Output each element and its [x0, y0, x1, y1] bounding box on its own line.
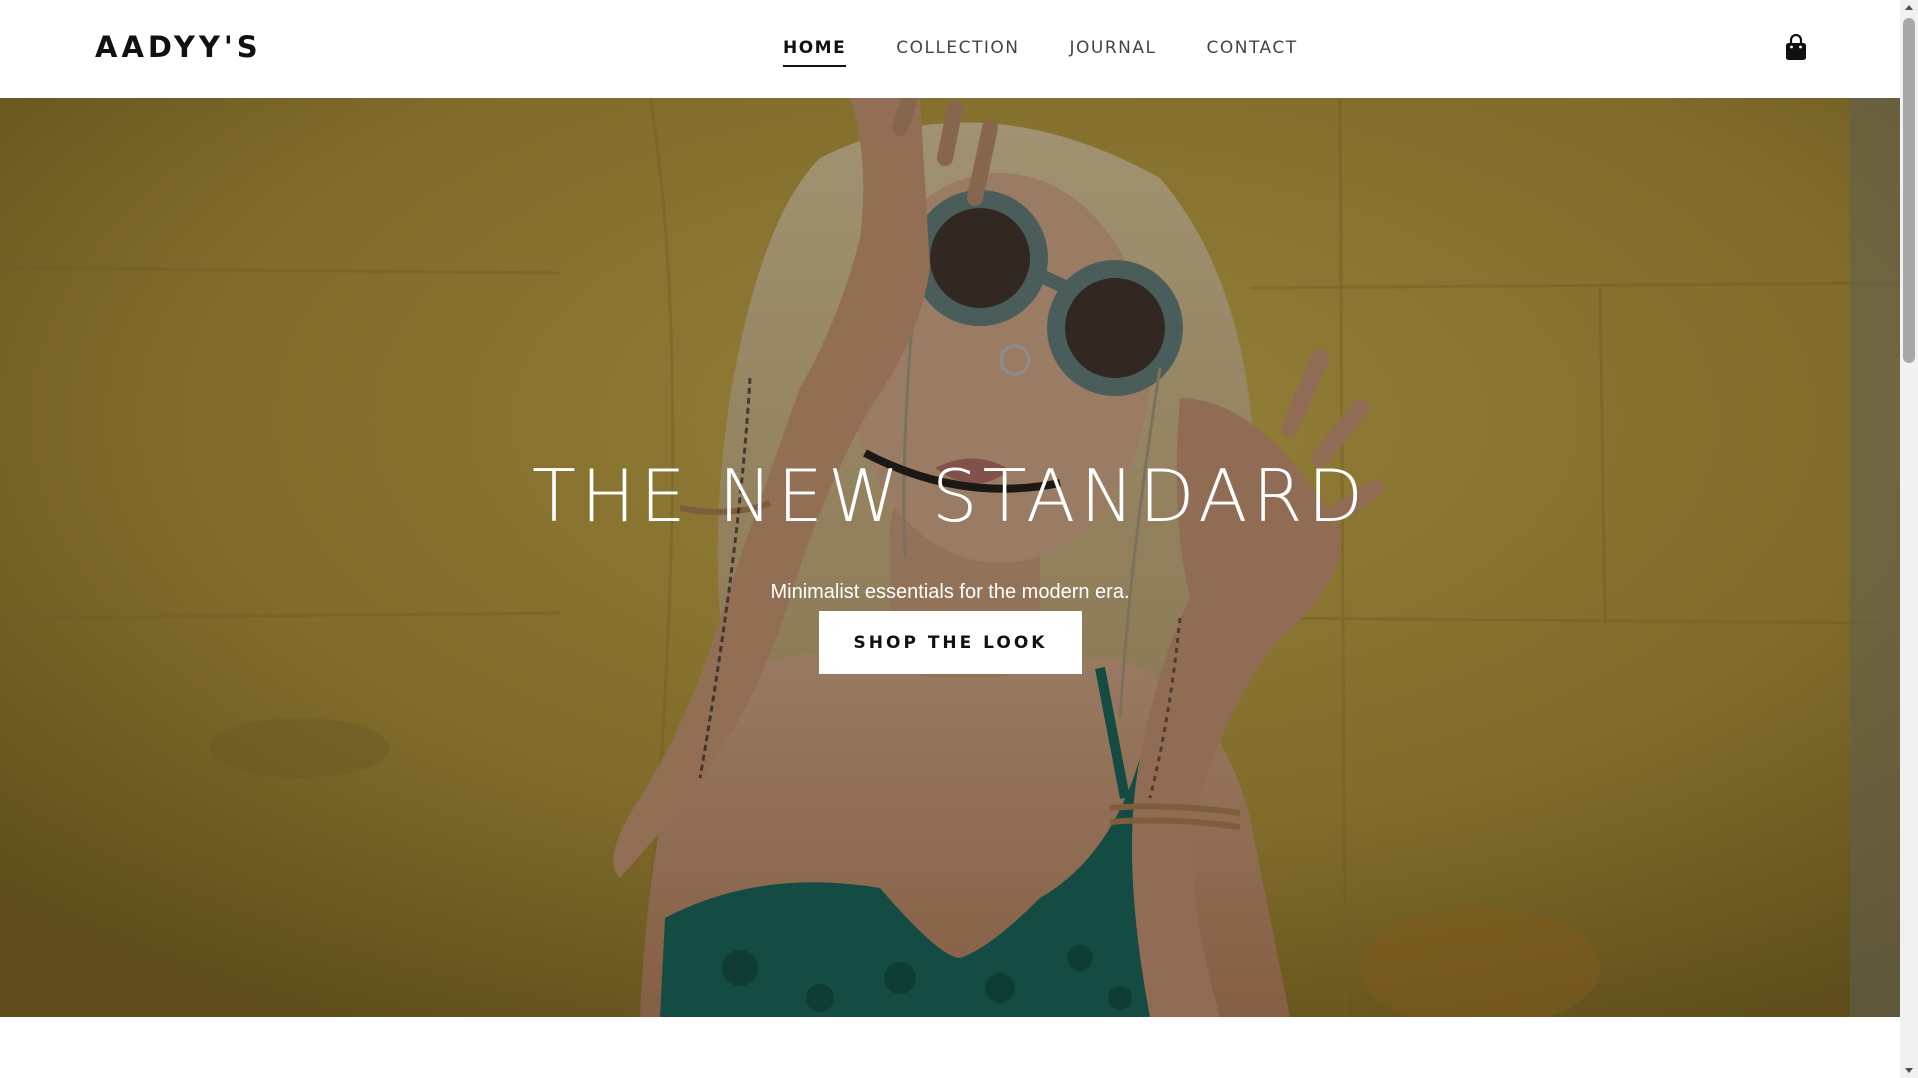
hero-subtitle: Minimalist essentials for the modern era… [770, 581, 1130, 603]
hero-overlay [0, 98, 1900, 1017]
scrollbar[interactable] [1900, 0, 1918, 1078]
scroll-up-icon[interactable] [1900, 0, 1918, 16]
shopping-bag-icon[interactable] [1784, 33, 1808, 62]
hero-title: THE NEW STANDARD [531, 454, 1369, 538]
below-fold-section [0, 1017, 1900, 1078]
hero-section: THE NEW STANDARD Minimalist essentials f… [0, 98, 1900, 1017]
scrollbar-thumb[interactable] [1903, 18, 1915, 363]
nav-item-collection[interactable]: COLLECTION [896, 38, 1019, 67]
nav-item-journal[interactable]: JOURNAL [1070, 38, 1157, 67]
site-logo[interactable]: AADYY'S [95, 30, 262, 64]
shop-the-look-button[interactable]: SHOP THE LOOK [819, 611, 1082, 674]
site-header: AADYY'S HOME COLLECTION JOURNAL CONTACT [0, 0, 1900, 98]
page: AADYY'S HOME COLLECTION JOURNAL CONTACT [0, 0, 1918, 1078]
nav-item-home[interactable]: HOME [783, 38, 847, 67]
scroll-down-icon[interactable] [1900, 1062, 1918, 1078]
nav-item-contact[interactable]: CONTACT [1207, 38, 1298, 67]
main-nav: HOME COLLECTION JOURNAL CONTACT [783, 38, 1298, 67]
